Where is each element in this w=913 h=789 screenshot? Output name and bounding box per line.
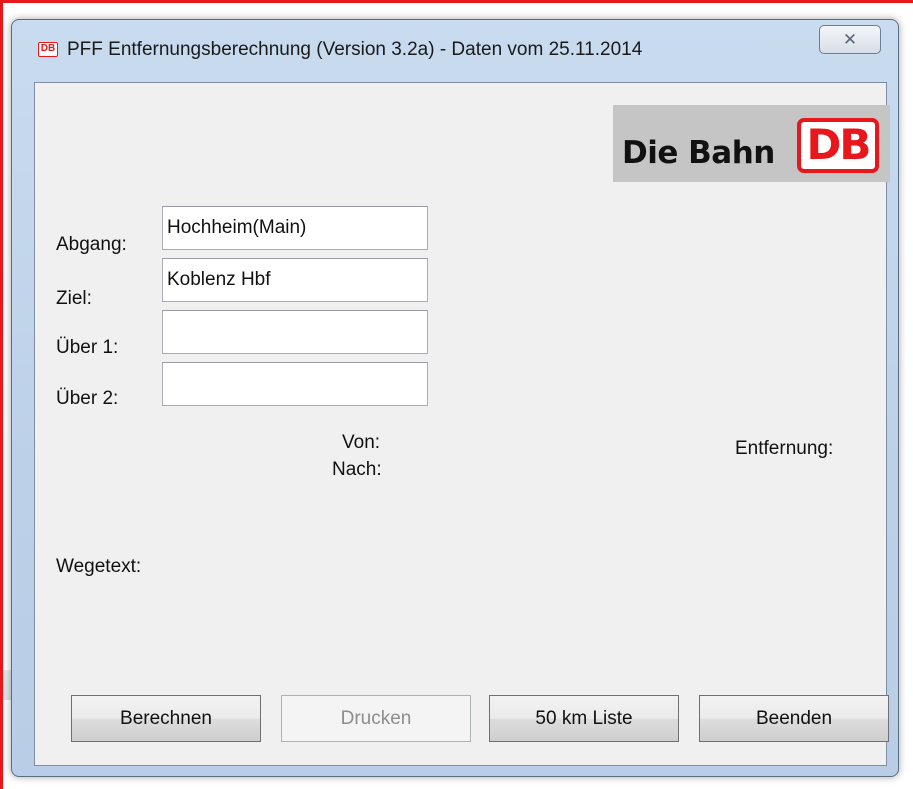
close-icon: ✕	[842, 30, 858, 49]
50km-liste-button[interactable]: 50 km Liste	[489, 695, 679, 742]
window-title: PFF Entfernungsberechnung (Version 3.2a)…	[67, 39, 643, 60]
background-window-edge	[3, 670, 11, 700]
dialog-client-area: Die Bahn DB Abgang: Ziel: Über 1: Über 2…	[34, 82, 890, 766]
entfernung-label: Entfernung:	[735, 438, 834, 459]
ziel-label: Ziel:	[56, 288, 92, 309]
close-button[interactable]: ✕	[819, 25, 881, 54]
app-window: DB PFF Entfernungsberechnung (Version 3.…	[11, 19, 899, 777]
abgang-input[interactable]	[162, 206, 428, 250]
db-app-icon: DB	[38, 42, 58, 57]
von-label: Von:	[342, 432, 381, 453]
db-logo-badge: DB	[797, 118, 879, 173]
title-bar[interactable]: DB PFF Entfernungsberechnung (Version 3.…	[12, 20, 898, 70]
ueber1-input[interactable]	[162, 310, 428, 354]
die-bahn-logo: Die Bahn DB	[613, 105, 890, 182]
beenden-button[interactable]: Beenden	[699, 695, 889, 742]
nach-label: Nach:	[332, 459, 382, 480]
abgang-label: Abgang:	[56, 234, 127, 255]
berechnen-button[interactable]: Berechnen	[71, 695, 261, 742]
ueber1-label: Über 1:	[56, 337, 119, 358]
ueber2-input[interactable]	[162, 362, 428, 406]
drucken-button[interactable]: Drucken	[281, 695, 471, 742]
logo-text: Die Bahn	[622, 135, 775, 171]
ziel-input[interactable]	[162, 258, 428, 302]
ueber2-label: Über 2:	[56, 388, 119, 409]
wegetext-label: Wegetext:	[56, 556, 142, 577]
